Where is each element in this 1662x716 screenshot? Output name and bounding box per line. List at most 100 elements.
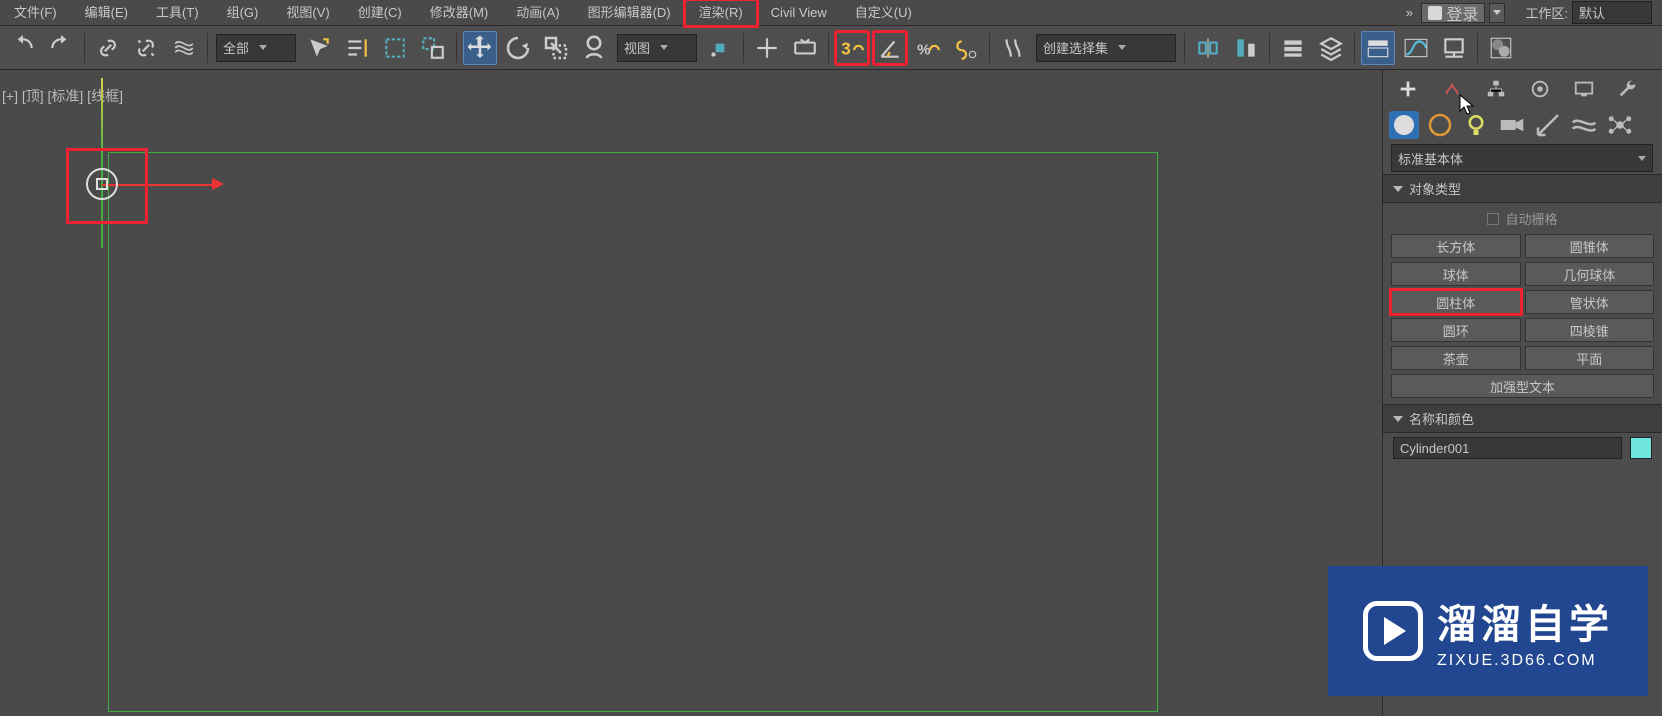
menu-grapheditors[interactable]: 图形编辑器(D) bbox=[574, 0, 685, 26]
material-editor-button[interactable] bbox=[1484, 31, 1518, 65]
snap-toggle-button[interactable]: 3 bbox=[835, 31, 869, 65]
hierarchy-tab[interactable] bbox=[1477, 73, 1515, 105]
select-object-button[interactable] bbox=[302, 31, 336, 65]
cone-button[interactable]: 圆锥体 bbox=[1525, 234, 1655, 258]
menu-group[interactable]: 组(G) bbox=[213, 0, 273, 26]
primitive-type-dropdown[interactable]: 标准基本体 bbox=[1391, 144, 1653, 172]
layer-explorer-button[interactable] bbox=[1276, 31, 1310, 65]
user-icon bbox=[1428, 6, 1442, 20]
placement-button[interactable] bbox=[577, 31, 611, 65]
name-color-rollout bbox=[1383, 433, 1662, 463]
unlink-button[interactable] bbox=[129, 31, 163, 65]
object-type-label: 对象类型 bbox=[1409, 179, 1461, 198]
curve-editor-button[interactable] bbox=[1399, 31, 1433, 65]
tube-button[interactable]: 管状体 bbox=[1525, 290, 1655, 314]
workspace-label: 工作区: bbox=[1525, 3, 1568, 22]
angle-snap-button[interactable] bbox=[873, 31, 907, 65]
viewport-label[interactable]: [+] [顶] [标准] [线框] bbox=[2, 86, 123, 106]
window-crossing-button[interactable] bbox=[416, 31, 450, 65]
named-selection-dropdown[interactable]: 创建选择集 bbox=[1036, 34, 1176, 62]
menu-rendering[interactable]: 渲染(R) bbox=[685, 0, 757, 26]
menu-civilview[interactable]: Civil View bbox=[757, 0, 841, 26]
textplus-button[interactable]: 加强型文本 bbox=[1391, 374, 1654, 398]
chevron-down-icon bbox=[1393, 416, 1403, 422]
manipulate-button[interactable] bbox=[750, 31, 784, 65]
signin-button[interactable]: 登录 bbox=[1421, 3, 1485, 23]
autogrid-checkbox[interactable] bbox=[1487, 213, 1499, 225]
mirror-button[interactable] bbox=[1191, 31, 1225, 65]
schematic-view-button[interactable] bbox=[1437, 31, 1471, 65]
systems-subtab[interactable] bbox=[1605, 111, 1635, 139]
main-toolbar: 全部 视图 3 % 创建选择集 bbox=[0, 26, 1662, 70]
object-name-input[interactable] bbox=[1393, 437, 1622, 459]
modify-tab[interactable] bbox=[1433, 73, 1471, 105]
redo-button[interactable] bbox=[44, 31, 78, 65]
menu-bar: 文件(F) 编辑(E) 工具(T) 组(G) 视图(V) 创建(C) 修改器(M… bbox=[0, 0, 1662, 26]
create-tab[interactable] bbox=[1389, 73, 1427, 105]
percent-snap-button[interactable]: % bbox=[911, 31, 945, 65]
viewport[interactable]: [+] [顶] [标准] [线框] bbox=[0, 70, 1382, 716]
link-button[interactable] bbox=[91, 31, 125, 65]
pyramid-button[interactable]: 四棱锥 bbox=[1525, 318, 1655, 342]
cylinder-button[interactable]: 圆柱体 bbox=[1391, 290, 1521, 314]
shapes-subtab[interactable] bbox=[1425, 111, 1455, 139]
bind-spacewarp-button[interactable] bbox=[167, 31, 201, 65]
rectangle-select-button[interactable] bbox=[378, 31, 412, 65]
chevron-down-icon bbox=[1393, 186, 1403, 192]
menu-tools[interactable]: 工具(T) bbox=[142, 0, 213, 26]
menu-modifiers[interactable]: 修改器(M) bbox=[416, 0, 503, 26]
utilities-tab[interactable] bbox=[1609, 73, 1647, 105]
box-button[interactable]: 长方体 bbox=[1391, 234, 1521, 258]
viewport-plane bbox=[108, 152, 1158, 712]
signin-dropdown[interactable] bbox=[1489, 3, 1505, 23]
name-color-rollout-header[interactable]: 名称和颜色 bbox=[1383, 404, 1662, 433]
plane-button[interactable]: 平面 bbox=[1525, 346, 1655, 370]
command-tabs bbox=[1383, 70, 1662, 108]
menu-more[interactable]: » bbox=[1397, 5, 1421, 20]
autogrid-row: 自动栅格 bbox=[1391, 209, 1654, 228]
sphere-button[interactable]: 球体 bbox=[1391, 262, 1521, 286]
ref-coord-label: 视图 bbox=[624, 38, 650, 57]
watermark-url: ZIXUE.3D66.COM bbox=[1437, 652, 1613, 670]
torus-button[interactable]: 圆环 bbox=[1391, 318, 1521, 342]
move-button[interactable] bbox=[463, 31, 497, 65]
geosphere-button[interactable]: 几何球体 bbox=[1525, 262, 1655, 286]
teapot-button[interactable]: 茶壶 bbox=[1391, 346, 1521, 370]
ribbon-toggle-button[interactable] bbox=[1361, 31, 1395, 65]
ref-coord-dropdown[interactable]: 视图 bbox=[617, 34, 697, 62]
menu-customize[interactable]: 自定义(U) bbox=[841, 0, 926, 26]
selection-filter-label: 全部 bbox=[223, 38, 249, 57]
annotation-red-box bbox=[66, 148, 148, 224]
keyboard-shortcut-button[interactable] bbox=[788, 31, 822, 65]
pivot-button[interactable] bbox=[703, 31, 737, 65]
selection-filter-dropdown[interactable]: 全部 bbox=[216, 34, 296, 62]
named-selection-button[interactable] bbox=[996, 31, 1030, 65]
align-button[interactable] bbox=[1229, 31, 1263, 65]
undo-button[interactable] bbox=[6, 31, 40, 65]
create-subcategories bbox=[1383, 108, 1662, 142]
geometry-subtab[interactable] bbox=[1389, 111, 1419, 139]
menu-views[interactable]: 视图(V) bbox=[272, 0, 343, 26]
menu-create[interactable]: 创建(C) bbox=[344, 0, 416, 26]
menu-animation[interactable]: 动画(A) bbox=[502, 0, 573, 26]
scale-button[interactable] bbox=[539, 31, 573, 65]
primitive-type-label: 标准基本体 bbox=[1398, 149, 1463, 168]
svg-text:%: % bbox=[917, 41, 931, 58]
spinner-snap-button[interactable] bbox=[949, 31, 983, 65]
spacewarps-subtab[interactable] bbox=[1569, 111, 1599, 139]
workspace-dropdown[interactable]: 默认 bbox=[1572, 1, 1652, 24]
chevron-down-icon bbox=[1493, 10, 1501, 15]
object-color-swatch[interactable] bbox=[1630, 437, 1652, 459]
lights-subtab[interactable] bbox=[1461, 111, 1491, 139]
cameras-subtab[interactable] bbox=[1497, 111, 1527, 139]
select-by-name-button[interactable] bbox=[340, 31, 374, 65]
helpers-subtab[interactable] bbox=[1533, 111, 1563, 139]
menu-edit[interactable]: 编辑(E) bbox=[71, 0, 142, 26]
motion-tab[interactable] bbox=[1521, 73, 1559, 105]
play-icon bbox=[1363, 601, 1423, 661]
object-type-rollout-header[interactable]: 对象类型 bbox=[1383, 174, 1662, 203]
layers-button[interactable] bbox=[1314, 31, 1348, 65]
menu-file[interactable]: 文件(F) bbox=[0, 0, 71, 26]
display-tab[interactable] bbox=[1565, 73, 1603, 105]
rotate-button[interactable] bbox=[501, 31, 535, 65]
